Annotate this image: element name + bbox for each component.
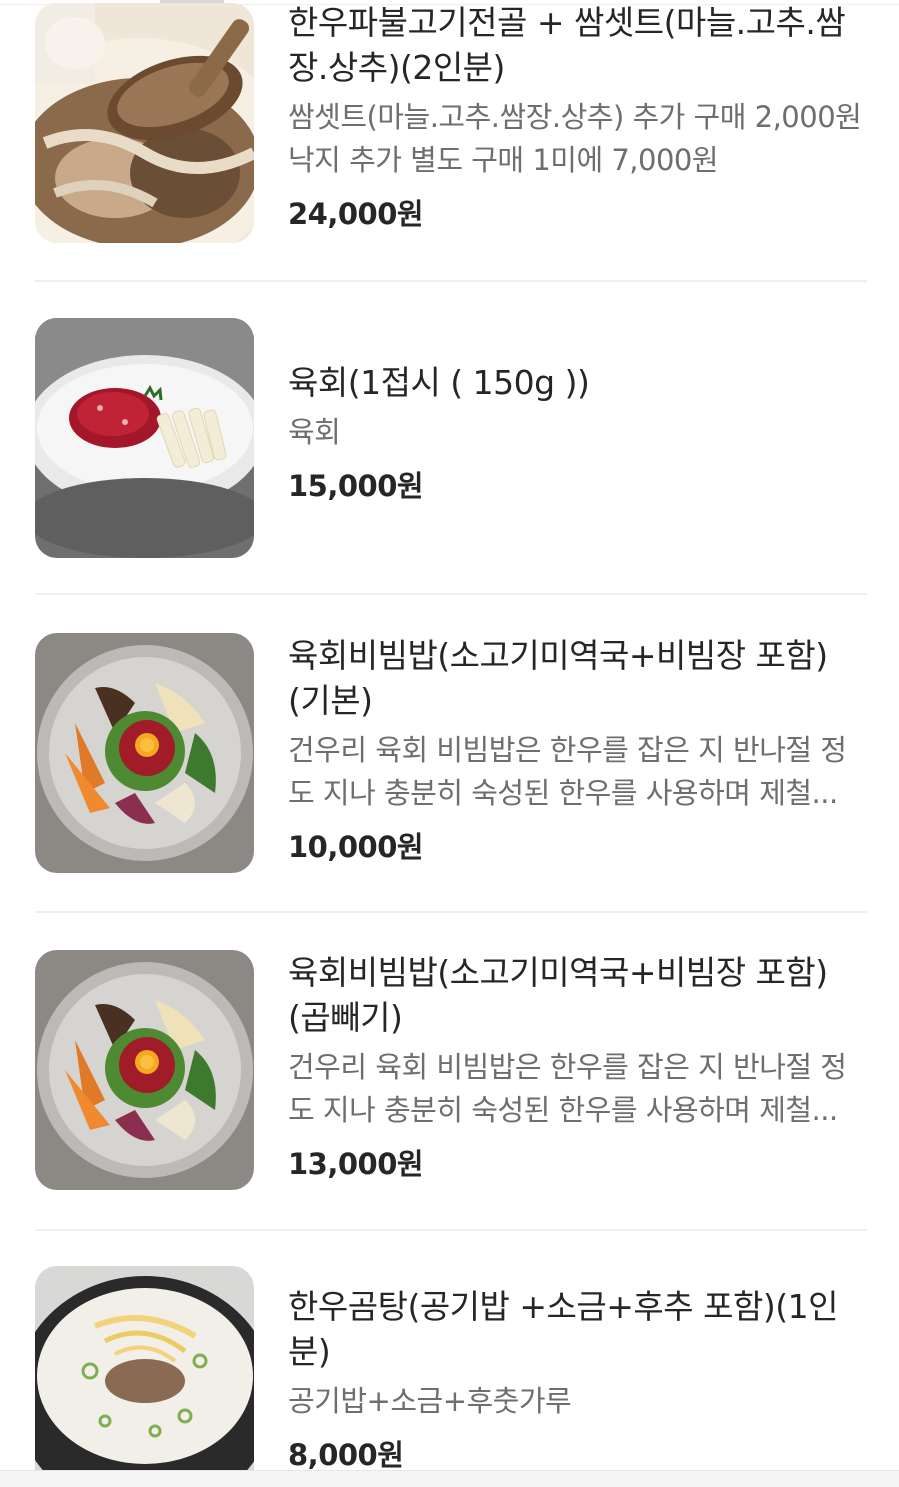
- menu-item-name: 육회비빔밥(소고기미역국+비빔장 포함)(기본): [288, 636, 828, 720]
- menu-item[interactable]: 육회(1접시 ( 150g )) 육회 15,000원: [35, 318, 867, 563]
- menu-item-info: 육회비빔밥(소고기미역국+비빔장 포함)(기본) 건우리 육회 비빔밥은 한우를…: [288, 633, 863, 867]
- menu-item[interactable]: 육회비빔밥(소고기미역국+비빔장 포함)(기본) 건우리 육회 비빔밥은 한우를…: [35, 633, 867, 878]
- menu-item-photo: [35, 950, 254, 1190]
- menu-item-price: 15,000원: [288, 469, 424, 503]
- menu-item-description: 육회: [288, 415, 341, 449]
- menu-item-description: 쌈셋트(마늘.고추.쌈장.상추) 추가 구매 2,000원 낙지 추가 별도 구…: [288, 100, 862, 177]
- menu-item-description: 건우리 육회 비빔밥은 한우를 잡은 지 반나절 정도 지나 충분히 숙성된 한…: [288, 1050, 847, 1127]
- menu-item-photo: [35, 633, 254, 873]
- menu-item-price: 8,000원: [288, 1438, 404, 1470]
- menu-item-description: 건우리 육회 비빔밥은 한우를 잡은 지 반나절 정도 지나 충분히 숙성된 한…: [288, 733, 847, 810]
- menu-item-info: 육회비빔밥(소고기미역국+비빔장 포함)(곱빼기) 건우리 육회 비빔밥은 한우…: [288, 950, 863, 1184]
- menu-item[interactable]: 한우곰탕(공기밥 +소금+후추 포함)(1인분) 공기밥+소금+후춧가루 8,0…: [35, 1266, 867, 1470]
- item-divider: [35, 1229, 867, 1231]
- menu-item-name: 육회(1접시 ( 150g )): [288, 363, 590, 402]
- menu-item-name: 육회비빔밥(소고기미역국+비빔장 포함)(곱빼기): [288, 953, 828, 1037]
- menu-item-price: 10,000원: [288, 830, 424, 864]
- item-divider: [35, 593, 867, 595]
- menu-item-photo: [35, 3, 254, 243]
- menu-item-info: 육회(1접시 ( 150g )) 육회 15,000원: [288, 360, 863, 506]
- menu-item-info: 한우곰탕(공기밥 +소금+후추 포함)(1인분) 공기밥+소금+후춧가루 8,0…: [288, 1284, 863, 1470]
- menu-item-info: 한우파불고기전골 + 쌈셋트(마늘.고추.쌈장.상추)(2인분) 쌈셋트(마늘.…: [288, 0, 863, 234]
- bottom-edge: [0, 1470, 899, 1487]
- menu-item-photo: [35, 318, 254, 558]
- menu-item-photo: [35, 1266, 254, 1470]
- item-divider: [35, 280, 867, 282]
- menu-item-price: 13,000원: [288, 1147, 424, 1181]
- menu-item-name: 한우곰탕(공기밥 +소금+후추 포함)(1인분): [288, 1287, 838, 1371]
- menu-item-name: 한우파불고기전골 + 쌈셋트(마늘.고추.쌈장.상추)(2인분): [288, 3, 846, 87]
- item-divider: [35, 911, 867, 913]
- menu-item-description: 공기밥+소금+후춧가루: [288, 1384, 572, 1418]
- menu-item[interactable]: 육회비빔밥(소고기미역국+비빔장 포함)(곱빼기) 건우리 육회 비빔밥은 한우…: [35, 950, 867, 1195]
- menu-item-price: 24,000원: [288, 197, 424, 231]
- menu-item[interactable]: 한우파불고기전골 + 쌈셋트(마늘.고추.쌈장.상추)(2인분) 쌈셋트(마늘.…: [35, 0, 867, 250]
